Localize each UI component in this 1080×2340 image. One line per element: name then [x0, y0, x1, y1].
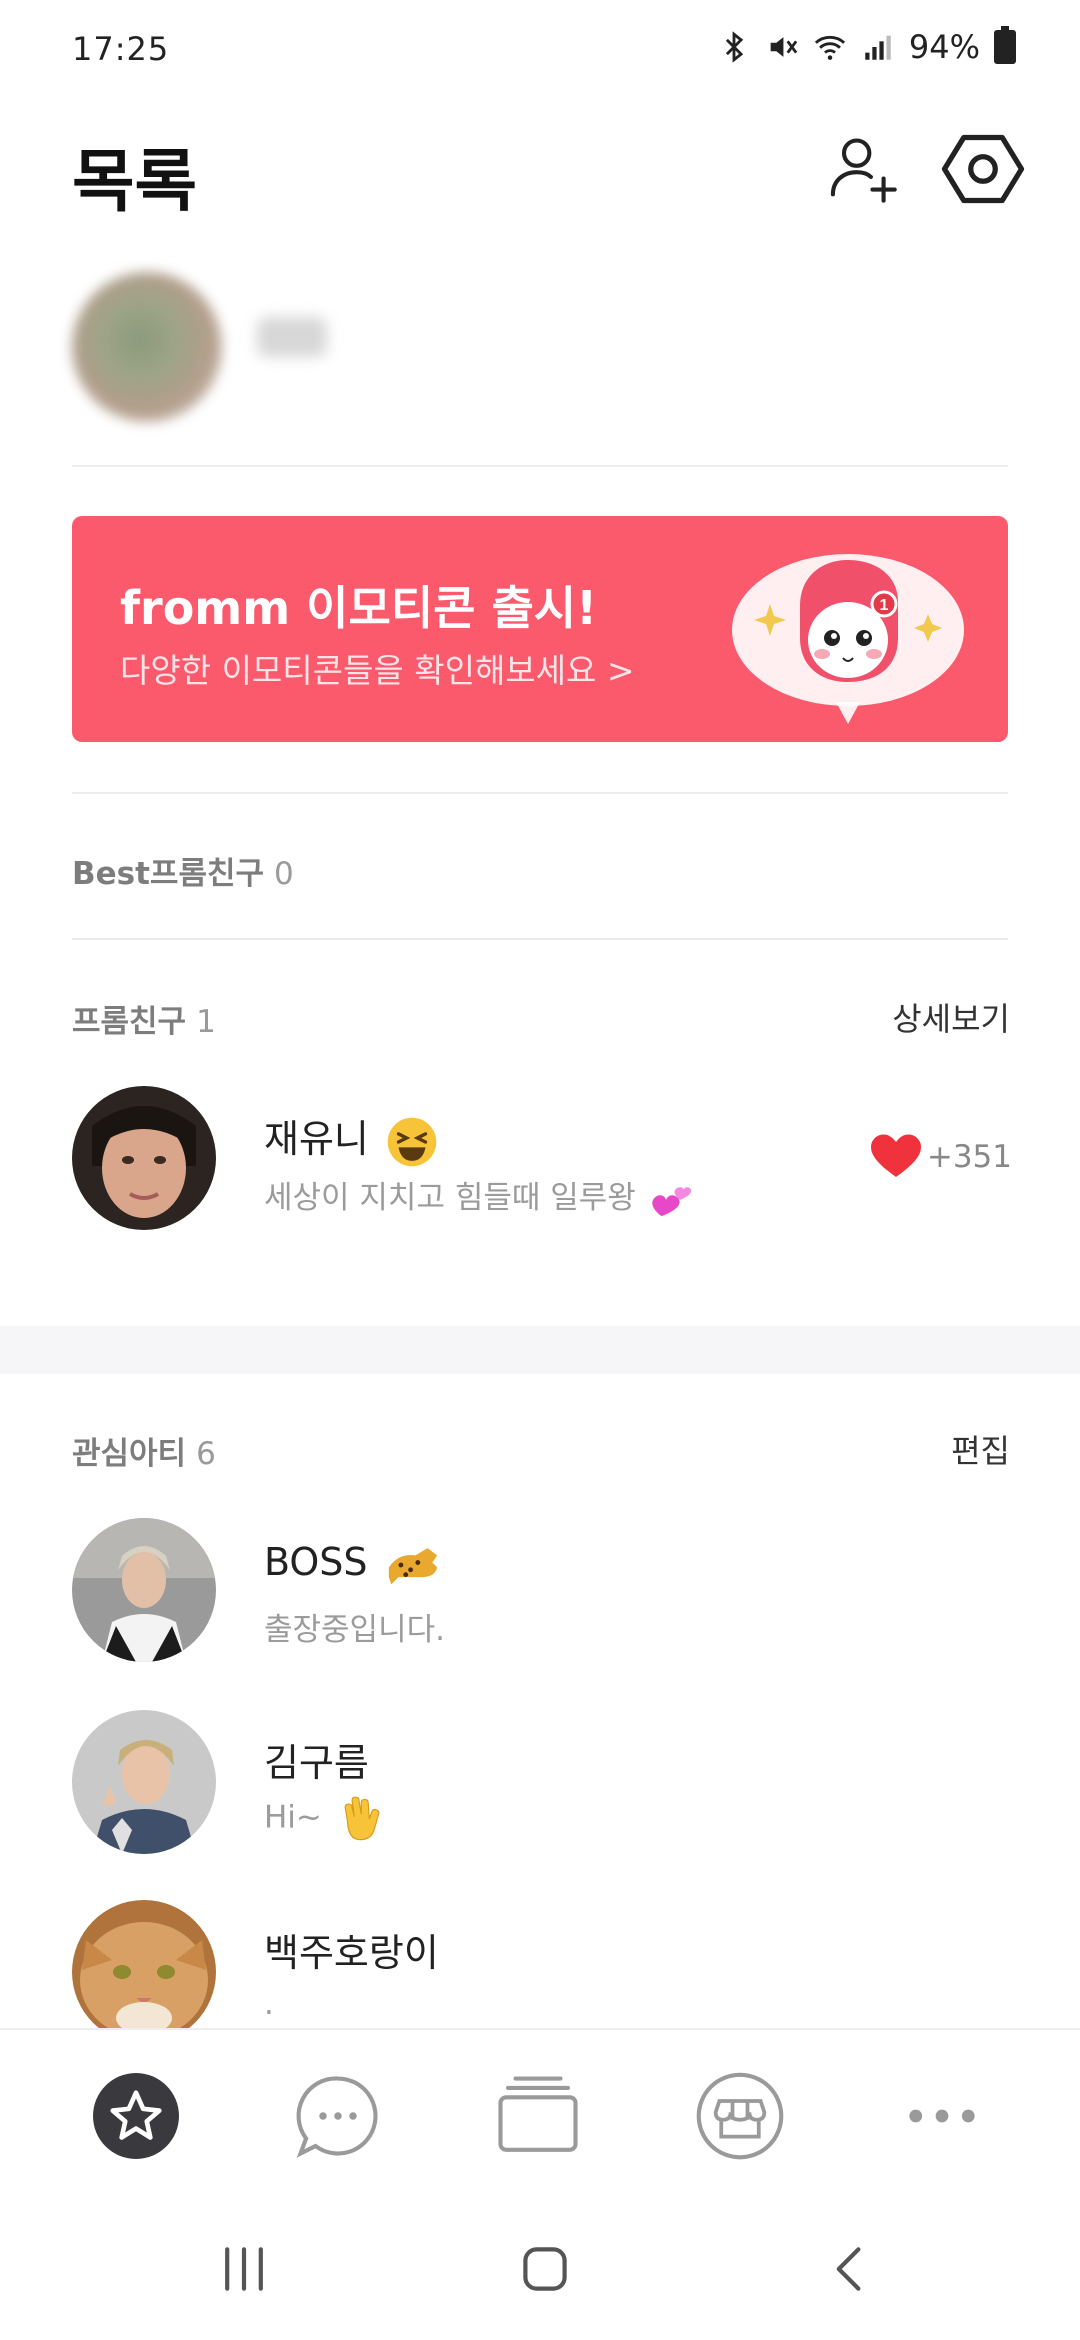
tab-more[interactable] [892, 2066, 992, 2166]
store-icon [696, 2072, 784, 2160]
recent-apps-icon [225, 2247, 263, 2291]
interest-artists-header: 관심아티 6 [72, 1428, 216, 1473]
friend-status: 출장중입니다. [264, 1612, 445, 1648]
my-profile[interactable] [72, 262, 1012, 422]
settings-button[interactable] [938, 124, 1028, 214]
section-count: 0 [274, 856, 294, 892]
tab-favorites[interactable] [86, 2066, 186, 2166]
leopard-emoji-icon [388, 1547, 437, 1584]
battery-percent: 94% [908, 28, 980, 66]
battery-icon [994, 26, 1016, 64]
avatar [72, 1518, 216, 1662]
heart-icon [870, 1134, 921, 1177]
list-item[interactable]: 김구름 Hi~ [72, 1710, 1012, 1860]
status-icons: 94% [717, 26, 1016, 66]
recent-apps-button[interactable] [204, 2234, 284, 2304]
list-item[interactable]: BOSS 출장중입니다. [72, 1518, 1012, 1668]
home-button[interactable] [505, 2234, 585, 2304]
tab-store[interactable] [690, 2066, 790, 2166]
back-icon [836, 2247, 861, 2291]
friend-name: BOSS [264, 1540, 442, 1587]
status-bar: 17:25 94% [0, 0, 1080, 100]
home-icon [523, 2247, 567, 2291]
section-spacer [0, 1326, 1080, 1374]
star-icon [93, 2073, 179, 2159]
hearts-emoji-icon [651, 1186, 691, 1216]
avatar [72, 272, 222, 422]
section-label: 프롬친구 [72, 1004, 187, 1040]
emoticon-character-icon: 1 [732, 554, 964, 724]
bluetooth-icon [725, 31, 744, 63]
laughing-emoji-icon [387, 1117, 437, 1166]
likes-counter[interactable]: +351 [870, 1134, 1012, 1180]
banner-title: fromm 이모티콘 출시! [120, 581, 598, 635]
friend-name: 백주호랑이 [264, 1931, 439, 1975]
add-friend-button[interactable] [818, 124, 908, 214]
banner-badge: 1 [880, 597, 889, 614]
status-time: 17:25 [72, 30, 170, 68]
section-label: Best프롬친구 [72, 856, 265, 892]
tab-chat[interactable] [288, 2066, 388, 2166]
back-button[interactable] [810, 2234, 890, 2304]
waving-hand-icon [344, 1796, 380, 1841]
header: 목록 [0, 110, 1080, 230]
signal-icon [865, 35, 891, 60]
section-count: 6 [196, 1436, 216, 1472]
avatar [72, 1900, 216, 2044]
friend-status: . [264, 1986, 274, 2022]
avatar [72, 1086, 216, 1230]
divider [72, 465, 1008, 467]
divider [72, 792, 1008, 794]
cards-icon [498, 2076, 578, 2152]
avatar [72, 1710, 216, 1854]
tab-cards[interactable] [488, 2066, 588, 2166]
more-icon [909, 2109, 975, 2123]
chat-icon [296, 2076, 378, 2158]
bottom-tab-bar [0, 2028, 1080, 2198]
gear-icon [941, 134, 1025, 204]
mute-icon [770, 37, 798, 57]
section-label: 관심아티 [72, 1436, 187, 1472]
friend-name: 재유니 [264, 1108, 439, 1169]
view-details-button[interactable]: 상세보기 [892, 994, 1010, 1040]
profile-name-blurred [257, 317, 327, 357]
divider [72, 938, 1008, 940]
friend-status: Hi~ [264, 1796, 382, 1842]
friend-name: 김구름 [264, 1741, 369, 1785]
list-item[interactable]: 재유니 세상이 지치고 힘들때 일루왕 +351 [72, 1086, 1012, 1236]
edit-button[interactable]: 편집 [951, 1426, 1010, 1472]
page-title: 목록 [72, 143, 198, 222]
add-person-icon [830, 138, 897, 203]
banner-subtitle: 다양한 이모티콘들을 확인해보세요 > [120, 651, 635, 690]
likes-count: +351 [926, 1139, 1012, 1175]
emoticon-banner[interactable]: fromm 이모티콘 출시! 다양한 이모티콘들을 확인해보세요 > 1 [72, 516, 1008, 742]
best-friends-header[interactable]: Best프롬친구 0 [72, 848, 294, 893]
section-count: 1 [196, 1004, 216, 1040]
system-nav-bar [0, 2198, 1080, 2340]
friend-status: 세상이 지치고 힘들때 일루왕 [264, 1172, 696, 1223]
friends-header: 프롬친구 1 [72, 996, 216, 1041]
wifi-icon [814, 35, 845, 60]
